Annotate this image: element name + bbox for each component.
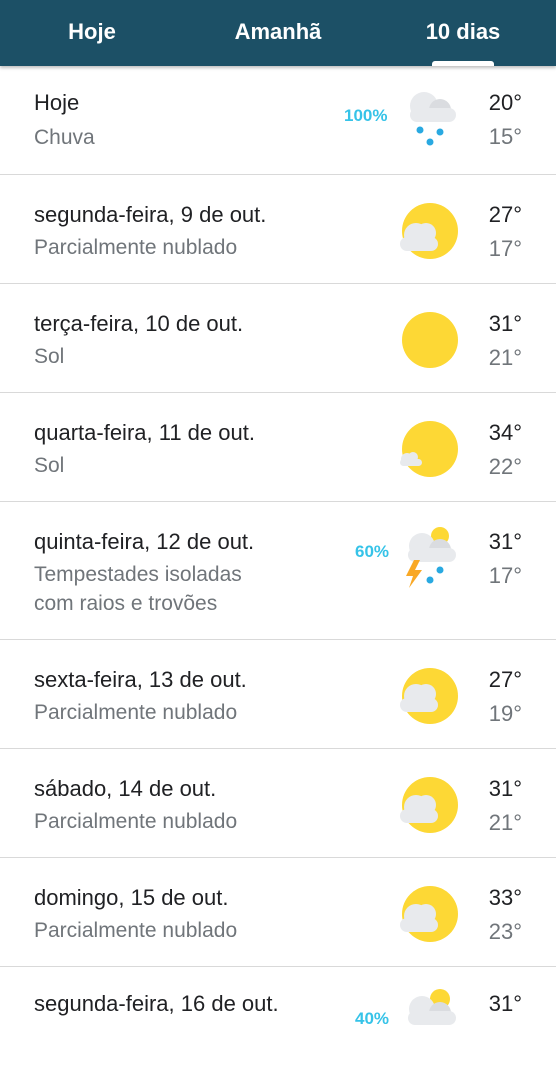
precip-chance: 40% [355,1009,390,1028]
tab-10-days[interactable]: 10 dias [402,0,524,66]
forecast-row[interactable]: sábado, 14 de out. Parcialmente nublado … [0,749,556,858]
condition-label: Parcialmente nublado [34,701,238,724]
day-label: terça-feira, 10 de out. [34,311,244,336]
high-temp: 27° [488,667,522,692]
condition-label: Chuva [34,126,95,149]
day-label: quinta-feira, 12 de out. [34,529,255,554]
forecast-row[interactable]: terça-feira, 10 de out. Sol 31° 21° [0,284,556,393]
day-label: sábado, 14 de out. [34,776,217,801]
partly-cloudy-icon [400,203,458,259]
tab-tomorrow[interactable]: Amanhã [214,0,342,66]
condition-label: Sol [34,345,65,368]
high-temp: 31° [488,311,522,336]
partly-cloudy-icon [400,777,458,833]
partly-cloudy-icon [400,668,458,724]
mostly-sunny-icon [400,421,458,477]
high-temp: 31° [488,529,522,554]
forecast-row[interactable]: sexta-feira, 13 de out. Parcialmente nub… [0,640,556,749]
partly-cloudy-icon [400,886,458,942]
day-label: segunda-feira, 9 de out. [34,202,267,227]
forecast-row[interactable]: domingo, 15 de out. Parcialmente nublado… [0,858,556,967]
forecast-row[interactable]: quarta-feira, 11 de out. Sol 34° 22° [0,393,556,502]
high-temp: 20° [488,90,522,115]
scattered-showers-icon [408,989,456,1025]
condition-label: Parcialmente nublado [34,810,238,833]
high-temp: 33° [488,885,522,910]
day-label: segunda-feira, 16 de out. [34,991,279,1016]
day-label: domingo, 15 de out. [34,885,229,910]
low-temp: 15° [488,124,522,149]
active-tab-indicator [432,61,494,66]
low-temp: 23° [488,919,522,944]
forecast-row[interactable]: segunda-feira, 9 de out. Parcialmente nu… [0,175,556,284]
day-label: Hoje [34,90,80,115]
low-temp: 22° [488,454,522,479]
precip-chance: 60% [355,542,390,561]
low-temp: 21° [488,810,522,835]
tab-today[interactable]: Hoje [42,0,142,66]
sun-icon [402,312,458,368]
tab-bar: Hoje Amanhã 10 dias [0,0,556,66]
low-temp: 19° [488,701,522,726]
condition-label-line2: com raios e trovões [34,592,218,615]
high-temp: 31° [488,991,522,1016]
condition-label: Sol [34,454,65,477]
condition-label: Parcialmente nublado [34,919,238,942]
forecast-row[interactable]: quinta-feira, 12 de out. Tempestades iso… [0,502,556,640]
high-temp: 34° [488,420,522,445]
high-temp: 31° [488,776,522,801]
precip-chance: 100% [344,106,388,125]
low-temp: 17° [488,563,522,588]
rain-icon [410,92,456,146]
condition-label-line1: Tempestades isoladas [34,563,242,586]
low-temp: 21° [488,345,522,370]
forecast-row-today[interactable]: Hoje Chuva 100% 20° 15° [0,66,556,175]
high-temp: 27° [488,202,522,227]
condition-label: Parcialmente nublado [34,236,238,259]
day-label: quarta-feira, 11 de out. [34,420,255,445]
low-temp: 17° [488,236,522,261]
forecast-row[interactable]: segunda-feira, 16 de out. 40% 31° [0,967,556,1076]
day-label: sexta-feira, 13 de out. [34,667,247,692]
thunderstorm-icon [406,527,456,588]
